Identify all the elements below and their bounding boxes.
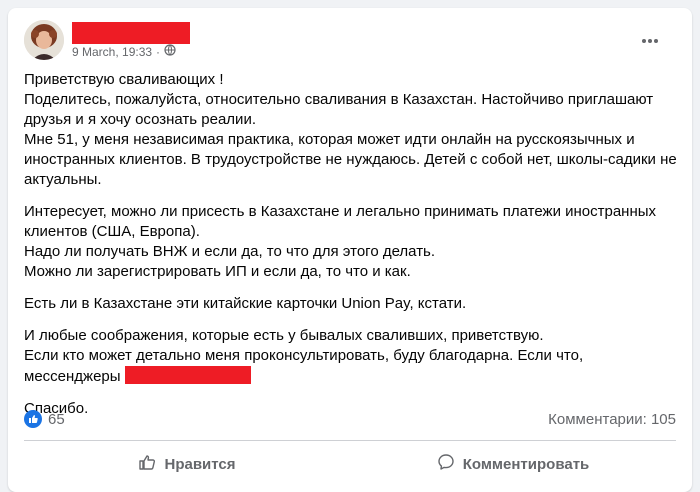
post-line: Поделитесь, пожалуйста, относительно сва… — [24, 91, 654, 108]
post-line: иностранных клиентов. В трудоустройстве … — [24, 151, 677, 168]
post-line: И любые соображения, которые есть у быва… — [24, 327, 544, 344]
post-line: мессенджеры — [24, 366, 676, 387]
author-name-redaction — [72, 22, 190, 44]
post-line: Можно ли зарегистрировать ИП и если да, … — [24, 263, 411, 280]
globe-icon — [164, 44, 176, 59]
post-line: актуальны. — [24, 171, 102, 188]
post-card: 9 March, 19:33 · Приветствую сваливающих… — [8, 8, 692, 492]
post-line: Надо ли получать ВНЖ и если да, то что д… — [24, 243, 436, 260]
post-paragraph: Есть ли в Казахстане эти китайские карто… — [24, 294, 676, 314]
comment-button[interactable]: Комментировать — [350, 444, 676, 484]
post-timestamp[interactable]: 9 March, 19:33 — [72, 45, 152, 59]
comment-icon — [437, 453, 455, 475]
post-line: друзья и я хочу осознать реалии. — [24, 111, 256, 128]
post-line: Если кто может детально меня проконсульт… — [24, 347, 584, 364]
comments-count[interactable]: Комментарии: 105 — [548, 411, 676, 428]
post-line: Приветствую сваливающих ! — [24, 71, 224, 88]
post-body: Приветствую сваливающих ! Поделитесь, по… — [24, 70, 677, 431]
post-line: Мне 51, у меня независимая практика, кот… — [24, 131, 635, 148]
more-horizontal-icon — [641, 31, 659, 49]
divider — [24, 440, 676, 441]
avatar[interactable] — [24, 20, 64, 60]
post-line: клиентов (США, Европа). — [24, 223, 200, 240]
post-paragraph: Интересует, можно ли присесть в Казахста… — [24, 202, 676, 282]
post-header: 9 March, 19:33 · — [24, 20, 676, 64]
thumbs-up-icon — [138, 453, 156, 475]
meta-separator: · — [156, 44, 161, 59]
post-stats: 65 Комментарии: 105 — [24, 408, 676, 430]
post-line: Есть ли в Казахстане эти китайские карто… — [24, 295, 467, 312]
messengers-label: мессенджеры — [24, 368, 121, 385]
post-meta: 9 March, 19:33 · — [72, 44, 176, 59]
reaction-count: 65 — [48, 410, 65, 428]
post-paragraph: И любые соображения, которые есть у быва… — [24, 326, 676, 387]
post-paragraph: Приветствую сваливающих ! Поделитесь, по… — [24, 70, 677, 190]
avatar-image — [24, 20, 64, 60]
post-line: Интересует, можно ли присесть в Казахста… — [24, 203, 657, 220]
contact-redaction — [124, 366, 251, 384]
like-icon — [24, 410, 42, 428]
like-button-label: Нравится — [164, 455, 236, 473]
reactions-summary[interactable]: 65 — [24, 410, 65, 428]
like-button[interactable]: Нравится — [24, 444, 350, 484]
comment-button-label: Комментировать — [462, 455, 590, 473]
post-actions: Нравится Комментировать — [24, 444, 676, 484]
more-options-button[interactable] — [638, 30, 662, 50]
